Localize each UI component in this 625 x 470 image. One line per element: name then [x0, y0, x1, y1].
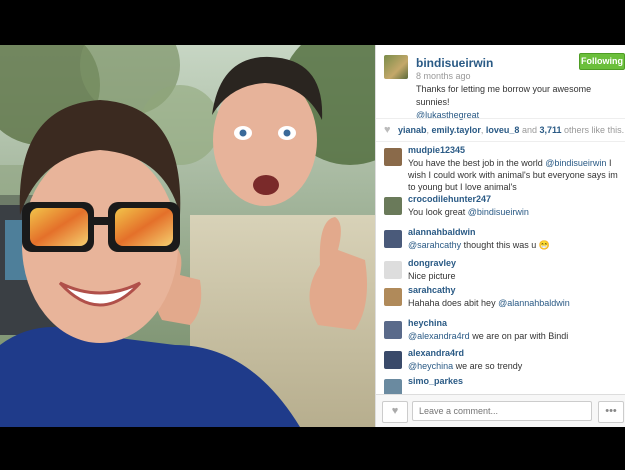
comment-text: Nice picture [408, 271, 456, 281]
comment-text: @sarahcathy thought this was u 😁 [408, 240, 550, 250]
post-photo[interactable] [0, 45, 375, 427]
post-sidebar: bindisueirwin 8 months ago Following Tha… [375, 45, 625, 427]
comment-avatar[interactable] [384, 261, 402, 279]
following-button[interactable]: Following [579, 53, 625, 70]
post-frame: bindisueirwin 8 months ago Following Tha… [0, 45, 625, 427]
comment-username[interactable]: alannahbaldwin [408, 227, 476, 237]
comment-mention[interactable]: @bindisueirwin [545, 158, 606, 168]
likes-count[interactable]: 3,711 [540, 125, 562, 135]
comment-mention[interactable]: @alannahbaldwin [498, 298, 570, 308]
comment-avatar[interactable] [384, 197, 402, 215]
comment-username[interactable]: heychina [408, 318, 447, 328]
comment-avatar[interactable] [384, 351, 402, 369]
comment-avatar[interactable] [384, 148, 402, 166]
comment-username[interactable]: alexandra4rd [408, 348, 464, 358]
post-username[interactable]: bindisueirwin [416, 56, 493, 70]
more-options-button[interactable]: ••• [598, 401, 624, 423]
comment-username[interactable]: dongravley [408, 258, 456, 268]
ellipsis-icon: ••• [605, 405, 617, 417]
comment-username[interactable]: mudpie12345 [408, 145, 465, 155]
liker-link[interactable]: emily.taylor [432, 125, 481, 135]
comment-text: @heychina we are so trendy [408, 361, 523, 371]
likes-bar: ♥ yianab, emily.taylor, loveu_8 and 3,71… [376, 118, 625, 142]
comment-username[interactable]: sarahcathy [408, 285, 456, 295]
comment-footer: ♥ ••• [376, 394, 625, 427]
comment-avatar[interactable] [384, 230, 402, 248]
avatar[interactable] [384, 55, 408, 79]
liker-link[interactable]: yianab [398, 125, 427, 135]
liker-link[interactable]: loveu_8 [486, 125, 520, 135]
comment-username[interactable]: crocodilehunter247 [408, 194, 491, 204]
post-caption: Thanks for letting me borrow your awesom… [416, 83, 621, 122]
comment-avatar[interactable] [384, 379, 402, 394]
comment-text: You look great @bindisueirwin [408, 207, 529, 217]
comment-input[interactable] [412, 401, 592, 421]
comment-username[interactable]: simo_parkes [408, 376, 463, 386]
post-header: bindisueirwin 8 months ago Following Tha… [376, 45, 625, 120]
comment-mention[interactable]: @bindisueirwin [468, 207, 529, 217]
comment-avatar[interactable] [384, 288, 402, 306]
comment-list[interactable]: mudpie12345 You have the best job in the … [376, 142, 625, 394]
heart-icon: ♥ [391, 405, 399, 417]
comment-text: @alexandra4rd we are on par with Bindi [408, 331, 569, 341]
post-timestamp: 8 months ago [416, 71, 471, 81]
heart-icon: ♥ [384, 124, 391, 136]
comment-mention[interactable]: @alexandra4rd [408, 331, 470, 341]
comment-avatar[interactable] [384, 321, 402, 339]
comment-mention[interactable]: @heychina [408, 361, 453, 371]
comment-text: Hahaha does abit hey @alannahbaldwin [408, 298, 570, 308]
comment-mention[interactable]: @sarahcathy [408, 240, 461, 250]
like-button[interactable]: ♥ [382, 401, 408, 423]
caption-text: Thanks for letting me borrow your awesom… [416, 84, 592, 107]
comment-text: You have the best job in the world @bind… [408, 158, 618, 192]
selfie-image [0, 45, 375, 427]
likes-text: yianab, emily.taylor, loveu_8 and 3,711 … [398, 125, 625, 135]
